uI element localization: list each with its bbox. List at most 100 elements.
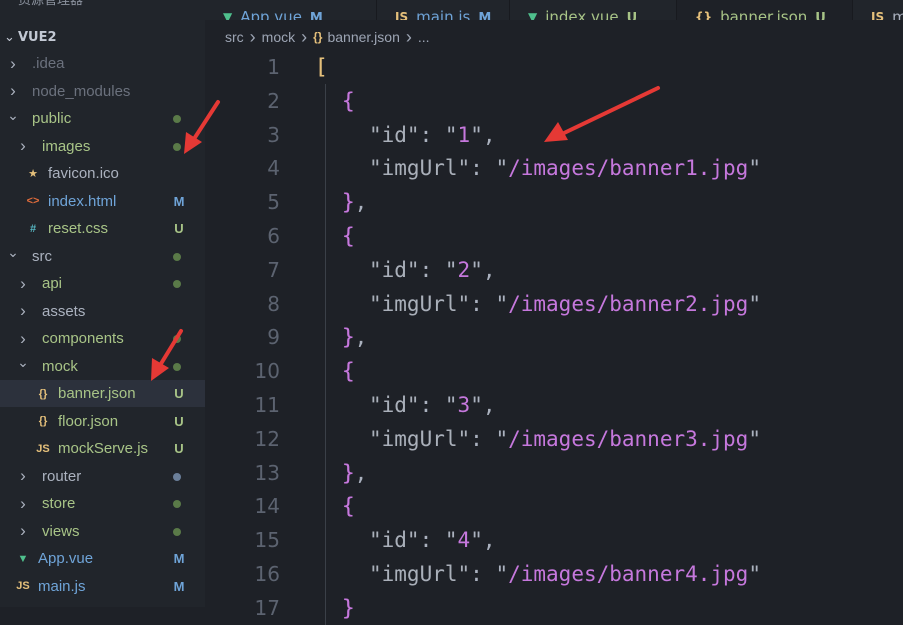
tree-item-label: api (42, 275, 63, 292)
git-status-dot (173, 115, 181, 123)
line-number: 5 (267, 190, 280, 215)
code-line: 13}, (205, 455, 903, 490)
code-token: } (342, 595, 355, 620)
json-key: "imgUrl" (369, 156, 471, 181)
editor-tabs: ▼ App.vue M JS main.js M ▼ index.vue U {} banner.j… (205, 0, 903, 20)
code-token: } (342, 325, 355, 350)
folder--idea[interactable]: › .idea (0, 50, 205, 77)
code-line: 6{ (205, 219, 903, 253)
folder-views[interactable]: › views (0, 518, 205, 545)
tree-item-label: reset.css (48, 220, 109, 237)
breadcrumb-segment[interactable]: mock (262, 29, 295, 45)
git-status-badge: M (173, 578, 185, 594)
file-main-js[interactable]: JS main.js M (0, 573, 205, 600)
chevron-right-icon: › (20, 273, 26, 293)
line-number: 14 (254, 494, 280, 519)
indent-guide (325, 219, 326, 253)
folder-images[interactable]: › images (0, 133, 205, 160)
code-token: { (342, 224, 355, 248)
folder-store[interactable]: › store (0, 490, 205, 517)
tree-item-label: src (32, 247, 52, 265)
code-editor[interactable]: 1[2{3 "id": "1", 4 "imgUrl": "/images/banne… (205, 52, 903, 625)
workspace-root[interactable]: ⌄ VUE2 (0, 26, 205, 48)
line-number: 15 (254, 528, 280, 553)
js-file-icon: JS (395, 10, 409, 20)
code-text: }, (342, 460, 368, 485)
indent-guide (325, 489, 326, 524)
tab-label: App.vue (240, 8, 302, 20)
breadcrumb-ellipsis[interactable]: ... (418, 29, 430, 45)
breadcrumb-segment[interactable]: src (225, 29, 244, 45)
tree-item-label: mockServe.js (58, 440, 149, 457)
file-mockserve-js[interactable]: JS mockServe.js U (0, 435, 205, 462)
folder-src[interactable]: ⌄ src (0, 243, 205, 270)
vue-file-icon: ▼ (528, 10, 538, 20)
git-status-dot (173, 252, 181, 261)
json-key: "imgUrl" (369, 426, 471, 451)
tree-item-label: favicon.ico (48, 165, 119, 182)
folder-node-modules[interactable]: › node_modules (0, 78, 205, 105)
chevron-down-icon: ⌄ (4, 29, 15, 45)
folder-router[interactable]: › router (0, 463, 205, 490)
json-value: "/images/banner3.jpg" (495, 426, 761, 451)
indent-guide (325, 388, 326, 422)
git-status-dot (173, 472, 181, 481)
folder-api[interactable]: › api (0, 270, 205, 297)
tree-item-label: App.vue (38, 550, 94, 567)
json-comma: , (482, 528, 496, 553)
workspace-root-label: VUE2 (18, 29, 57, 45)
star-icon: ★ (28, 168, 38, 180)
code-line: 10 { (205, 354, 903, 389)
json-value: "/images/banner2.jpg" (495, 291, 761, 316)
folder-public[interactable]: ⌄ public (0, 105, 205, 132)
tab-main-js[interactable]: JS main.js M (377, 0, 510, 20)
git-status-badge: U (174, 441, 184, 456)
tree-item-label: .idea (32, 55, 65, 72)
line-number: 10 (254, 359, 280, 384)
code-text: { (342, 494, 355, 518)
file-favicon-ico[interactable]: ★ favicon.ico (0, 160, 205, 187)
line-number: 4 (267, 156, 280, 181)
code-line: 9}, (205, 320, 903, 355)
json-key: "imgUrl" (369, 291, 471, 316)
json-value: "/images/banner4.jpg" (495, 562, 761, 586)
code-text: }, (342, 325, 368, 350)
js-file-icon: JS (16, 580, 30, 592)
code-line: 3 "id": "1", (205, 117, 903, 152)
code-token: { (342, 494, 355, 519)
tab-app-vue[interactable]: ▼ App.vue M (205, 0, 377, 20)
indent-guide (325, 523, 326, 558)
indent-guide (325, 286, 326, 321)
code-line: 16 "imgUrl": "/images/banner4.jpg" (205, 557, 903, 591)
chevron-right-icon: › (20, 493, 26, 513)
file-index-html[interactable]: <> index.html M (0, 188, 205, 215)
chevron-right-icon: › (20, 466, 26, 485)
tab-banner-json[interactable]: {} banner.json U (677, 0, 853, 20)
code-text: "imgUrl": "/images/banner3.jpg" (369, 426, 761, 451)
file-app-vue[interactable]: ▼ App.vue M (0, 545, 205, 572)
indent-guide (325, 83, 326, 118)
folder-components[interactable]: › components (0, 325, 205, 352)
line-number: 1 (267, 55, 280, 79)
file-reset-css[interactable]: # reset.css U (0, 215, 205, 242)
file-banner-json[interactable]: {} banner.json U (0, 380, 205, 407)
code-line: 12 "imgUrl": "/images/banner3.jpg" (205, 421, 903, 456)
json-file-icon: {} (695, 10, 713, 20)
json-file-icon: {} (38, 387, 48, 400)
code-line: 5}, (205, 185, 903, 220)
more-actions-icon[interactable]: ··· (170, 0, 191, 6)
breadcrumb-file[interactable]: banner.json (327, 29, 399, 45)
tree-item-label: banner.json (58, 385, 136, 402)
file-floor-json[interactable]: {} floor.json U (0, 408, 205, 435)
chevron-down-icon: ⌄ (17, 354, 29, 370)
folder-assets[interactable]: › assets (0, 298, 205, 325)
tab-m[interactable]: JS m (853, 0, 903, 20)
tab-label: m (892, 8, 903, 20)
folder-mock[interactable]: ⌄ mock (0, 353, 205, 380)
tree-item-label: index.html (48, 192, 117, 210)
tab-index-vue[interactable]: ▼ index.vue U (510, 0, 677, 20)
tree-item-label: public (32, 110, 72, 127)
git-status-dot (173, 335, 181, 343)
indent-guide (325, 252, 326, 287)
tab-label: main.js (416, 8, 471, 20)
